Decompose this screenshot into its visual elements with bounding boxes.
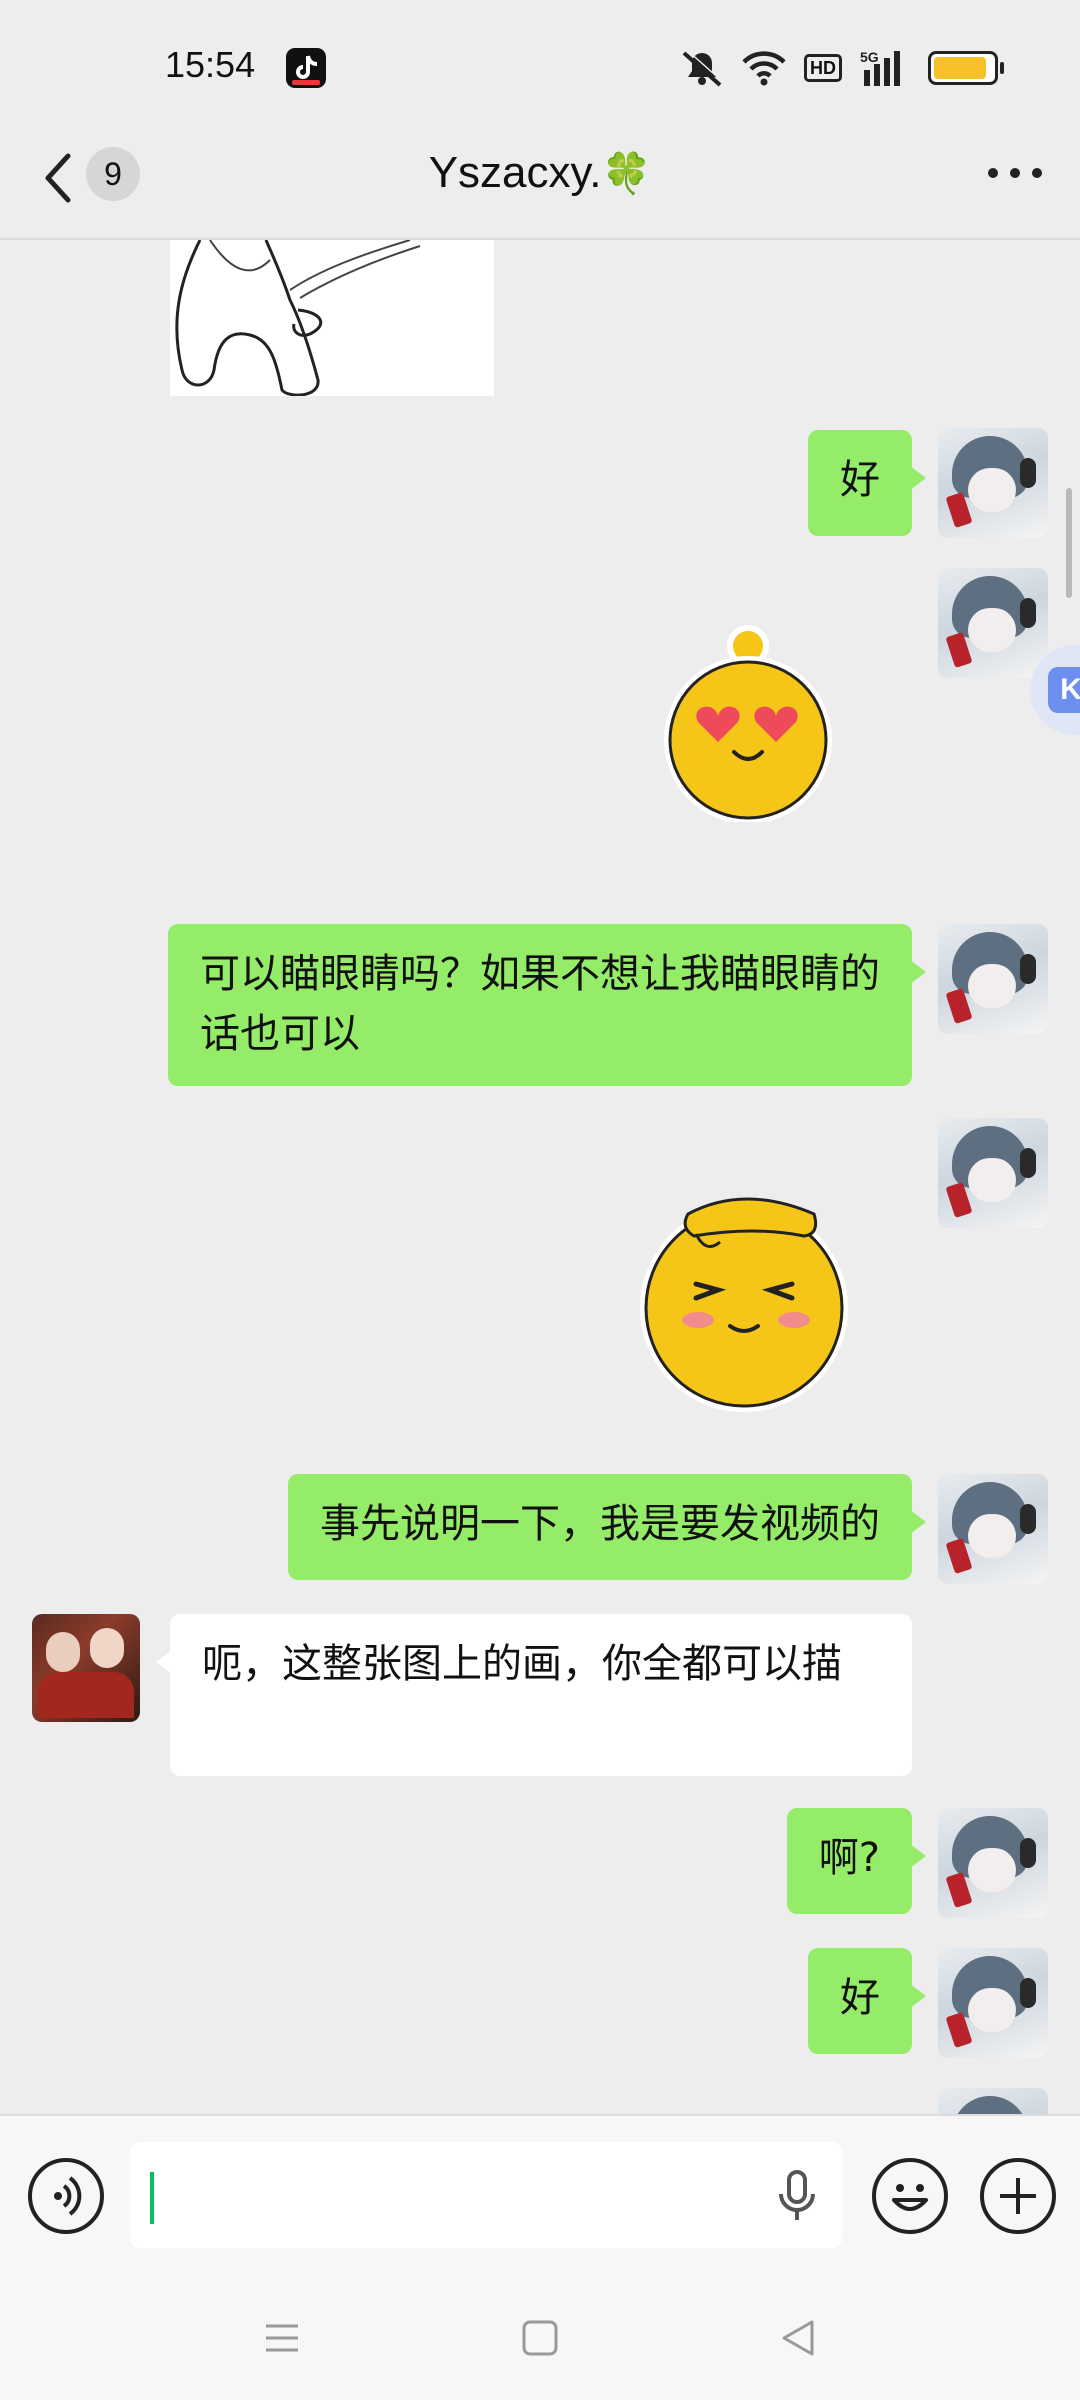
svg-text:5G: 5G: [860, 49, 879, 65]
back-triangle-icon[interactable]: [778, 2318, 818, 2358]
status-time: 15:54: [165, 44, 256, 85]
message-text: 可以瞄眼睛吗？如果不想让我瞄眼睛的话也可以: [200, 951, 880, 1057]
side-tab-icon: K: [1048, 667, 1080, 713]
microphone-icon[interactable]: [772, 2168, 822, 2224]
chat-message-list[interactable]: 好 可以瞄眼睛吗？如果不想让我瞄眼睛的话也可以 事先说明一下，我是要发视频的 呃…: [0, 240, 1080, 2114]
wifi-icon: [742, 51, 786, 86]
message-input[interactable]: [130, 2142, 842, 2248]
message-bubble-received[interactable]: 呃，这整张图上的画，你全都可以描: [156, 1614, 912, 1776]
shy-blush-sticker[interactable]: [636, 1184, 858, 1416]
heart-eyes-sticker[interactable]: [658, 622, 838, 826]
home-square-icon[interactable]: [520, 2318, 560, 2358]
message-text: 好: [840, 457, 880, 503]
contact-avatar[interactable]: [32, 1614, 140, 1722]
scrollbar[interactable]: [1066, 488, 1072, 598]
voice-mode-button[interactable]: [28, 2158, 104, 2234]
tiktok-icon: [286, 48, 326, 88]
my-avatar[interactable]: [938, 1474, 1048, 1584]
clover-emoji: 🍀: [601, 152, 652, 196]
dot-icon: [988, 168, 998, 178]
my-avatar[interactable]: [938, 1948, 1048, 2058]
chat-title-text: Yszacxy.: [428, 148, 602, 197]
dot-icon: [1010, 168, 1020, 178]
status-bar: 15:54 HD 5G: [0, 0, 1080, 140]
dot-icon: [1032, 168, 1042, 178]
text-caret: [150, 2172, 154, 2224]
message-text: 呃，这整张图上的画，你全都可以描: [202, 1641, 842, 1687]
menu-icon[interactable]: [262, 2318, 302, 2358]
message-bubble-sent[interactable]: 好: [808, 1948, 926, 2054]
my-avatar[interactable]: [938, 1118, 1048, 1228]
more-options-button[interactable]: [988, 168, 1042, 178]
signal-5g-icon: 5G: [860, 49, 900, 86]
my-avatar[interactable]: [938, 924, 1048, 1034]
emoji-icon: [892, 2184, 928, 2211]
more-functions-button[interactable]: [980, 2158, 1056, 2234]
input-bar: [0, 2114, 1080, 2276]
hd-icon: HD: [804, 54, 842, 82]
mute-icon: [682, 49, 724, 87]
my-avatar[interactable]: [938, 568, 1048, 678]
my-avatar[interactable]: [938, 2088, 1048, 2114]
battery-icon: [928, 51, 1004, 85]
message-bubble-sent[interactable]: 啊?: [786, 1808, 927, 1914]
message-bubble-sent[interactable]: 可以瞄眼睛吗？如果不想让我瞄眼睛的话也可以: [168, 924, 926, 1086]
my-avatar[interactable]: [938, 1808, 1048, 1918]
chat-title[interactable]: Yszacxy.🍀: [0, 148, 1080, 198]
chat-header: 9 Yszacxy.🍀: [0, 120, 1080, 240]
my-avatar[interactable]: [938, 428, 1048, 538]
image-message[interactable]: [170, 240, 494, 397]
plus-icon: [1000, 2178, 1036, 2214]
sketch-image: [175, 240, 421, 397]
emoji-button[interactable]: [872, 2158, 948, 2234]
message-bubble-sent[interactable]: 事先说明一下，我是要发视频的: [288, 1474, 926, 1580]
voice-mode-icon: [54, 2176, 82, 2216]
message-text: 事先说明一下，我是要发视频的: [320, 1501, 880, 1547]
system-navigation-bar: [0, 2274, 1080, 2400]
message-text: 啊?: [818, 1835, 880, 1881]
message-text: 好: [840, 1975, 880, 2021]
message-bubble-sent[interactable]: 好: [808, 430, 926, 536]
